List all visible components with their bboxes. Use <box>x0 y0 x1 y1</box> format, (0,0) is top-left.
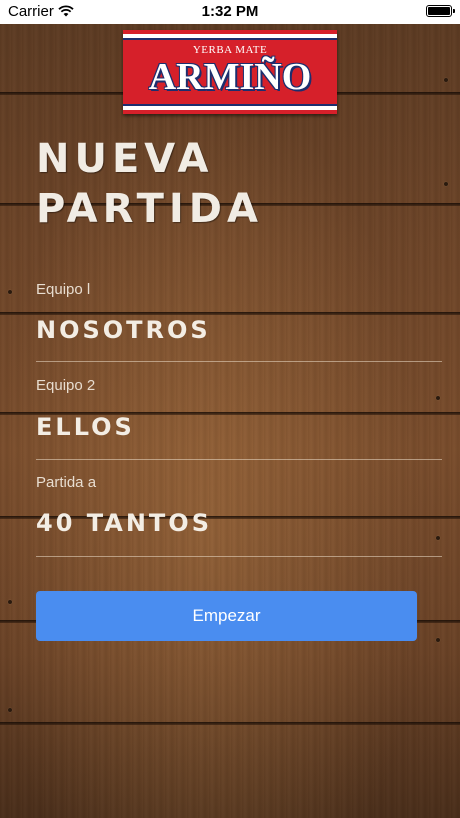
brand-logo: YERBA MATE ARMIÑO <box>123 30 337 114</box>
nail <box>8 600 12 604</box>
logo-stripe <box>123 34 337 40</box>
logo-brand-name: ARMIÑO <box>148 56 312 98</box>
team1-label: Equipo l <box>36 281 91 298</box>
battery-icon <box>426 5 455 17</box>
app-screen: Carrier 1:32 PM YERBA MATE ARMIÑO NUEVA … <box>0 0 460 818</box>
nail <box>8 290 12 294</box>
clock: 1:32 PM <box>201 3 259 20</box>
nail <box>436 536 440 540</box>
team2-underline <box>36 459 442 460</box>
nail <box>436 396 440 400</box>
team2-label: Equipo 2 <box>36 377 96 394</box>
nail <box>444 182 448 186</box>
page-title: NUEVA PARTIDA <box>36 134 336 234</box>
team1-input[interactable] <box>36 316 416 344</box>
logo-stripe <box>123 104 337 110</box>
match-label: Partida a <box>36 474 97 491</box>
team1-underline <box>36 361 442 362</box>
match-underline <box>36 556 442 557</box>
match-points-input[interactable] <box>36 509 416 537</box>
nail <box>436 638 440 642</box>
page-title-line2: PARTIDA <box>36 186 263 232</box>
plank-divider <box>0 312 460 315</box>
nail <box>8 708 12 712</box>
team2-input[interactable] <box>36 413 416 441</box>
start-button[interactable]: Empezar <box>36 591 417 641</box>
status-bar: Carrier 1:32 PM <box>0 0 460 24</box>
page-title-line1: NUEVA <box>36 136 214 182</box>
nail <box>444 78 448 82</box>
plank-divider <box>0 722 460 725</box>
